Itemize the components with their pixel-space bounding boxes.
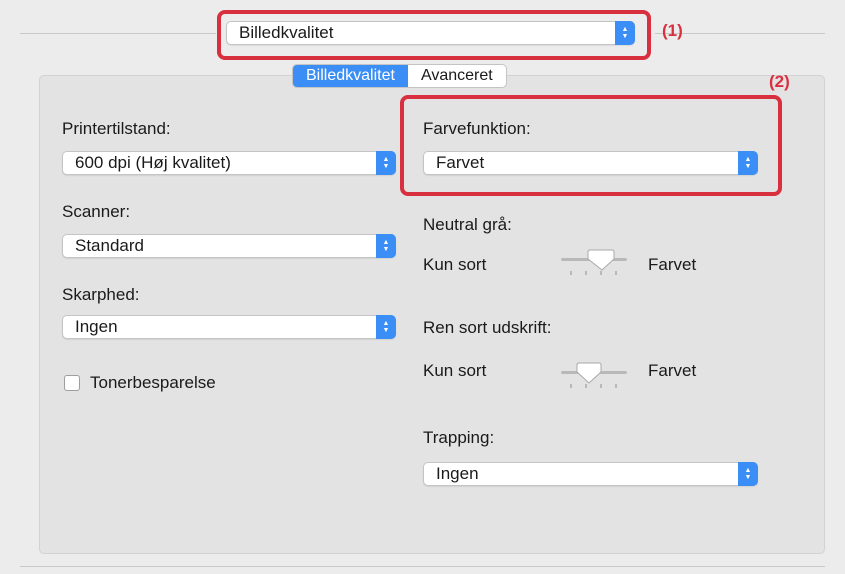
printer-mode-select[interactable]: 600 dpi (Høj kvalitet) ▲ ▼ [62,151,396,175]
printer-mode-label: Printertilstand: [62,119,171,138]
up-down-chevron-icon: ▲ ▼ [376,151,396,175]
tab-avanceret[interactable]: Avanceret [408,65,506,87]
sharpness-select[interactable]: Ingen ▲ ▼ [62,315,396,339]
sharpness-value: Ingen [75,317,118,336]
neutral-gray-label: Neutral grå: [423,215,512,234]
neutral-gray-slider[interactable] [561,249,627,275]
bottom-separator [20,566,825,567]
neutral-gray-min-label: Kun sort [423,255,487,274]
toner-save-label: Tonerbesparelse [90,373,216,392]
printer-mode-value: 600 dpi (Høj kvalitet) [75,153,231,172]
sharpness-label: Skarphed: [62,285,140,304]
pure-black-slider[interactable] [561,362,627,388]
up-down-chevron-icon: ▲ ▼ [738,462,758,486]
callout-2-box [400,95,782,196]
tab-bar: Billedkvalitet Avanceret [292,64,507,88]
top-separator-left [20,33,216,34]
tab-billedkvalitet[interactable]: Billedkvalitet [293,65,408,87]
trapping-select[interactable]: Ingen ▲ ▼ [423,462,758,486]
pure-black-min-label: Kun sort [423,361,487,380]
callout-1-label: (1) [662,21,683,40]
toner-save-checkbox[interactable] [64,375,80,391]
color-mode-label: Farvefunktion: [423,119,531,138]
up-down-chevron-icon: ▲ ▼ [738,151,758,175]
slider-knob-icon [587,249,615,271]
scanner-label: Scanner: [62,202,131,221]
pure-black-label: Ren sort udskrift: [423,318,552,337]
scanner-value: Standard [75,236,144,255]
up-down-chevron-icon: ▲ ▼ [376,234,396,258]
trapping-label: Trapping: [423,428,495,447]
color-mode-value: Farvet [436,153,485,172]
trapping-value: Ingen [436,464,479,483]
callout-1-box [217,10,651,60]
pure-black-max-label: Farvet [648,361,697,380]
color-mode-select[interactable]: Farvet ▲ ▼ [423,151,758,175]
neutral-gray-max-label: Farvet [648,255,697,274]
scanner-select[interactable]: Standard ▲ ▼ [62,234,396,258]
slider-knob-icon [576,362,602,384]
up-down-chevron-icon: ▲ ▼ [376,315,396,339]
callout-2-label: (2) [769,72,790,91]
